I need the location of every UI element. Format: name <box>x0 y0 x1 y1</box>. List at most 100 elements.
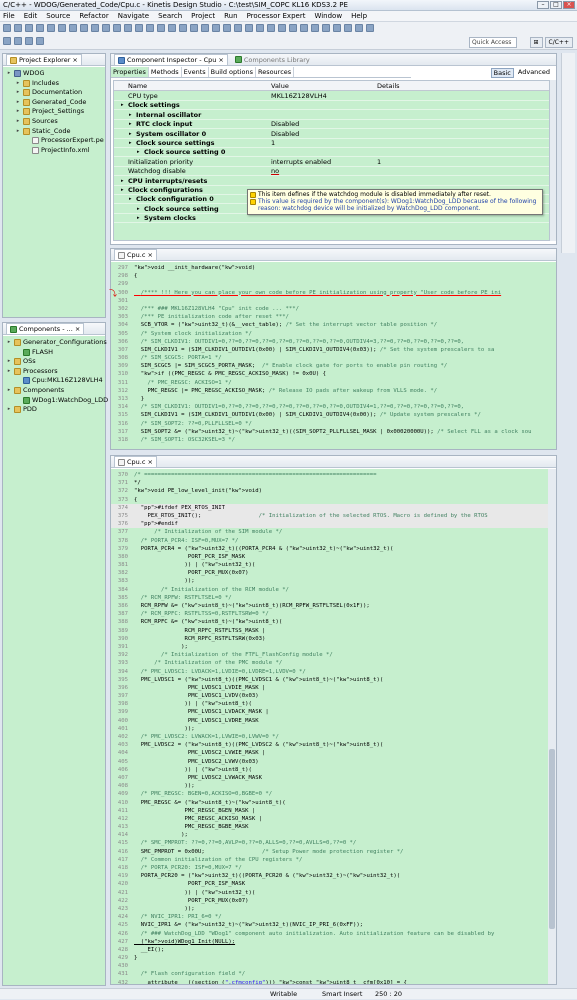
close-button[interactable]: × <box>563 1 575 9</box>
toolbar-tool-icon[interactable] <box>36 24 44 32</box>
components-tree-item[interactable]: ▸ Processors <box>6 367 58 376</box>
expand-arrow-icon[interactable]: ▸ <box>6 338 12 347</box>
toolbar-tool-icon[interactable] <box>168 24 176 32</box>
editor-scrollbar[interactable] <box>548 469 556 984</box>
perspective-cpp[interactable]: C/C++ <box>544 37 573 48</box>
property-value[interactable]: no <box>271 167 375 176</box>
toolbar-tool-icon[interactable] <box>289 24 297 32</box>
code-line[interactable]: 410 PMC_REGSC &= ("kw">uint8_t)~("kw">ui… <box>111 799 556 807</box>
code-line[interactable]: 308 /* SIM_SCGC5: PORTA=1 */ <box>111 354 556 362</box>
toolbar-tool-icon[interactable] <box>47 24 55 32</box>
property-row[interactable]: ▸ System clocks <box>114 214 549 224</box>
property-value[interactable]: MKL16Z128VLH4 <box>271 92 375 101</box>
code-line[interactable]: 424 /* NVIC_IPR1: PRI_6=0 */ <box>111 913 556 921</box>
tab-cpu-c-bottom[interactable]: Cpu.c × <box>114 456 157 467</box>
menu-help[interactable]: Help <box>351 11 367 21</box>
code-line[interactable]: 386 RCM_RPFW &= ("kw">uint8_t)~("kw">uin… <box>111 602 556 610</box>
close-icon[interactable]: × <box>75 325 80 333</box>
code-line[interactable]: 318 /* SIM_SOPT1: OSC32KSEL=3 */ <box>111 436 556 444</box>
code-line[interactable]: 396 PMC_LVDSC1_LVDIE_MASK | <box>111 684 556 692</box>
code-line[interactable]: 407 PMC_LVDSC2_LVWACK_MASK <box>111 774 556 782</box>
toolbar-tool-icon[interactable] <box>69 24 77 32</box>
property-row[interactable]: CPU type MKL16Z128VLH4 <box>114 92 549 101</box>
inspector-scrollbar[interactable] <box>550 80 556 241</box>
code-line[interactable]: 307 SIM_CLKDIV1 = (SIM_CLKDIV1_OUTDIV1(0… <box>111 346 556 354</box>
expand-arrow-icon[interactable]: ▸ <box>6 367 12 376</box>
code-line[interactable]: 385 /* RCM_RPFW: RSTFLTSEL=0 */ <box>111 594 556 602</box>
code-line[interactable]: 388 RCM_RPFC &= ("kw">uint8_t)~("kw">uin… <box>111 618 556 626</box>
expand-arrow-icon[interactable]: ▸ <box>15 79 21 88</box>
property-row[interactable]: ▸ Clock settings <box>114 101 549 111</box>
code-line[interactable]: 299 <box>111 280 556 288</box>
toolbar-tool-icon[interactable] <box>333 24 341 32</box>
expand-arrow-icon[interactable]: ▸ <box>6 357 12 366</box>
toolbar-tool-icon[interactable] <box>146 24 154 32</box>
mode-advanced-button[interactable]: Advanced <box>516 68 552 78</box>
code-line[interactable]: 431 /* Flash configuration field */ <box>111 970 556 978</box>
code-line[interactable]: 389 RCM_RPFC_RSTFLTSS_MASK | <box>111 627 556 635</box>
menu-window[interactable]: Window <box>314 11 342 21</box>
expand-arrow-icon[interactable]: ▸ <box>137 148 140 157</box>
property-row[interactable]: Initialization priority interrupts enable… <box>114 158 549 167</box>
code-line[interactable]: 406 )) | ("kw">uint8_t)( <box>111 766 556 774</box>
code-line[interactable]: 414 ); <box>111 831 556 839</box>
toolbar-tool-icon[interactable] <box>190 24 198 32</box>
close-icon[interactable]: × <box>218 56 223 64</box>
toolbar-tool-icon[interactable] <box>124 24 132 32</box>
toolbar-tool-icon[interactable] <box>322 24 330 32</box>
components-tree-item[interactable]: ▸ OSs <box>6 357 36 366</box>
code-line[interactable]: 314 /* SIM_CLKDIV1: OUTDIV1=0,??=0,??=0,… <box>111 403 556 411</box>
code-line[interactable]: 311 /* PMC_REGSC: ACKISO=1 */ <box>111 379 556 387</box>
scroll-thumb[interactable] <box>549 749 555 929</box>
code-line[interactable]: 398 )) | ("kw">uint8_t)( <box>111 700 556 708</box>
toolbar-tool-icon[interactable] <box>179 24 187 32</box>
code-line[interactable]: 397 PMC_LVDSC1_LVDV(0x03) <box>111 692 556 700</box>
toolbar-tool-icon[interactable] <box>223 24 231 32</box>
code-line[interactable]: 409 /* PMC_REGSC: BGEN=0,ACKISO=0,BGBE=0… <box>111 790 556 798</box>
expand-arrow-icon[interactable]: ▸ <box>15 117 21 126</box>
expand-arrow-icon[interactable]: ▸ <box>137 214 140 223</box>
menu-project[interactable]: Project <box>191 11 215 21</box>
menu-navigate[interactable]: Navigate <box>118 11 149 21</box>
code-line[interactable]: 423 )); <box>111 905 556 913</box>
project-tree-item[interactable]: ProjectInfo.xml <box>24 146 89 155</box>
code-line[interactable]: 387 /* RCM_RPFC: RSTFLTSS=0,RSTFLTSRW=0 … <box>111 610 556 618</box>
code-line[interactable]: 375 PEX_RTOS_INIT(); /* Initialization o… <box>111 511 556 521</box>
code-line[interactable]: 297 "kw">void __init_hardware("kw">void) <box>111 264 556 272</box>
code-line[interactable]: 317 SIM_SOPT2 &= ("kw">uint32_t)~("kw">u… <box>111 428 556 436</box>
toolbar-tool-icon[interactable] <box>14 24 22 32</box>
toolbar-tool-icon[interactable] <box>311 24 319 32</box>
code-line[interactable]: 420 PORT_PCR_ISF_MASK <box>111 880 556 888</box>
code-line[interactable]: 402 /* PMC_LVDSC2: LVWACK=1,LVWIE=0,LVWV… <box>111 733 556 741</box>
menu-run[interactable]: Run <box>224 11 237 21</box>
code-line[interactable]: 312 PMC_REGSC |= PMC_REGSC_ACKISO_MASK; … <box>111 387 556 395</box>
menu-search[interactable]: Search <box>158 11 182 21</box>
code-line[interactable]: 403 PMC_LVDSC2 = ("kw">uint8_t)((PMC_LVD… <box>111 741 556 749</box>
close-icon[interactable]: × <box>147 251 152 259</box>
close-icon[interactable]: × <box>72 56 77 64</box>
code-line[interactable]: 309 SIM_SCGC5 |= SIM_SCGC5_PORTA_MASK; /… <box>111 362 556 370</box>
toolbar-tool-icon[interactable] <box>58 24 66 32</box>
code-line[interactable]: 429} <box>111 954 556 962</box>
code-line[interactable]: 381 )) | ("kw">uint32_t)( <box>111 561 556 569</box>
maximize-button[interactable]: □ <box>550 1 562 9</box>
tab-components-library[interactable]: Components Library <box>232 54 313 65</box>
code-line[interactable]: 417 /* Common initialization of the CPU … <box>111 856 556 864</box>
code-editor-bottom[interactable]: 370 /* ==================================… <box>111 469 556 984</box>
code-line[interactable]: 411 PMC_REGSC_BGEN_MASK | <box>111 807 556 815</box>
expand-arrow-icon[interactable]: ▸ <box>15 88 21 97</box>
code-line[interactable]: 404 PMC_LVDSC2_LVWIE_MASK | <box>111 749 556 757</box>
code-line[interactable]: 380 PORT_PCR_ISF_MASK <box>111 553 556 561</box>
close-icon[interactable]: × <box>147 458 152 466</box>
expand-arrow-icon[interactable]: ▸ <box>129 120 132 129</box>
toolbar-tool-icon[interactable] <box>80 24 88 32</box>
toolbar-tool-icon[interactable] <box>91 24 99 32</box>
toolbar-tool-icon[interactable] <box>300 24 308 32</box>
code-line[interactable]: 426 /* ### WatchDog_LDD "WDog1" componen… <box>111 930 556 938</box>
code-line[interactable]: 432 __attribute__ ((section (".cfmconfig… <box>111 979 556 984</box>
toolbar-tool-icon[interactable] <box>201 24 209 32</box>
subtab-methods[interactable]: Methods <box>149 67 182 77</box>
code-line[interactable]: 416 SMC_PMPROT = 0x00U; /* Setup Power m… <box>111 848 556 856</box>
code-line[interactable]: 374 "pp">#ifdef PEX_RTOS_INIT <box>111 503 556 512</box>
code-line[interactable]: 303 /*** PE initialization code after re… <box>111 313 556 321</box>
